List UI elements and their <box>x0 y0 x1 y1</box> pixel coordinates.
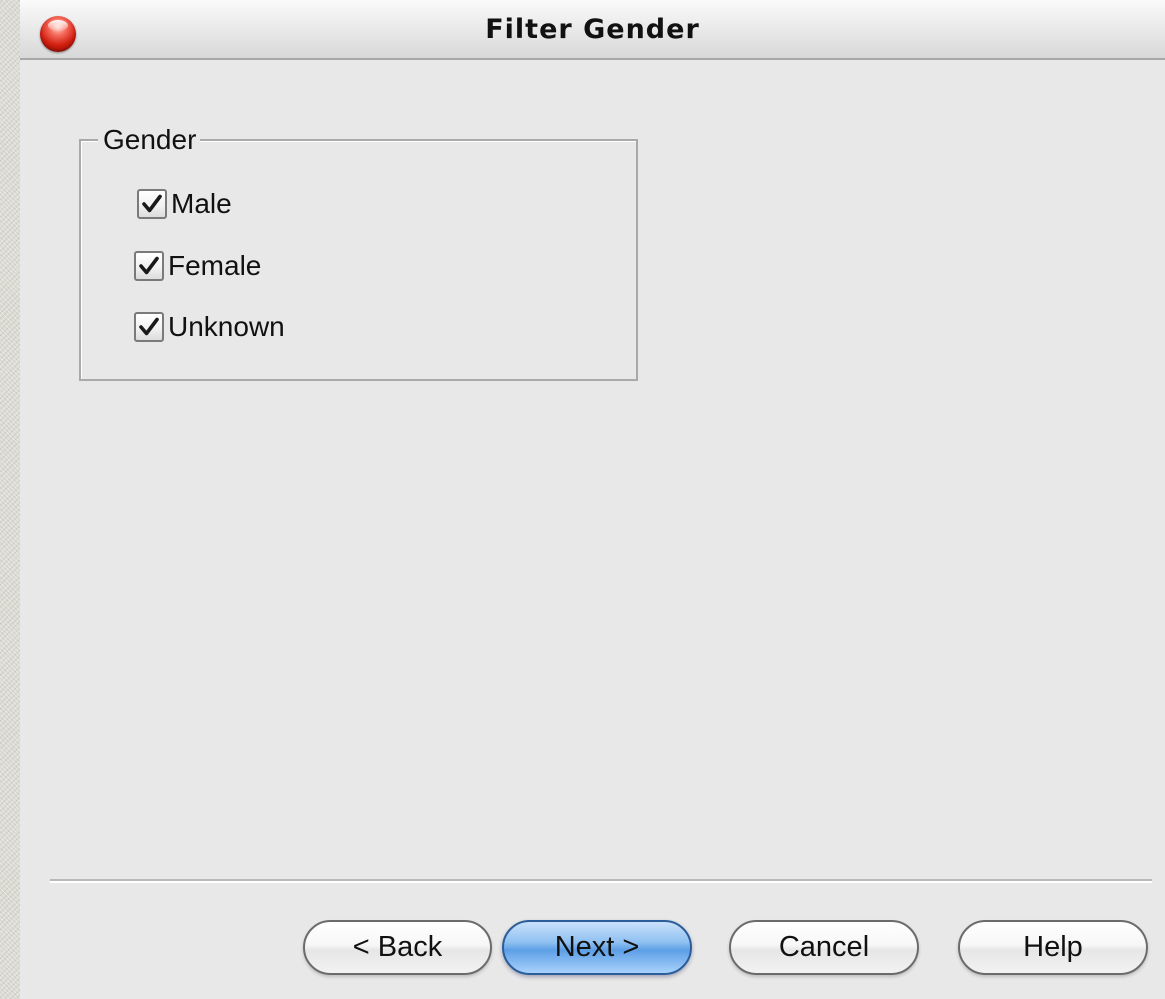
checkmark-icon <box>142 194 162 213</box>
checkmark-icon <box>139 256 159 275</box>
next-button[interactable]: Next > <box>502 920 692 975</box>
male-label: Male <box>171 188 232 219</box>
unknown-label: Unknown <box>168 311 285 342</box>
female-checkbox[interactable] <box>134 251 164 281</box>
title-bar[interactable]: Filter Gender <box>20 0 1165 60</box>
checkbox-row-unknown[interactable]: Unknown <box>134 309 285 345</box>
cancel-button[interactable]: Cancel <box>729 920 919 975</box>
footer-divider <box>50 879 1152 883</box>
male-checkbox[interactable] <box>137 189 167 219</box>
window-title: Filter Gender <box>485 14 700 45</box>
unknown-checkbox[interactable] <box>134 312 164 342</box>
checkmark-icon <box>139 317 159 336</box>
gender-group-label: Gender <box>98 124 201 156</box>
female-label: Female <box>168 250 262 281</box>
checkbox-row-male[interactable]: Male <box>137 186 232 222</box>
back-button[interactable]: < Back <box>303 920 492 975</box>
checkbox-row-female[interactable]: Female <box>134 248 261 284</box>
filter-gender-dialog: Filter Gender Gender Male Female Unknown… <box>20 0 1165 999</box>
help-button[interactable]: Help <box>958 920 1148 975</box>
